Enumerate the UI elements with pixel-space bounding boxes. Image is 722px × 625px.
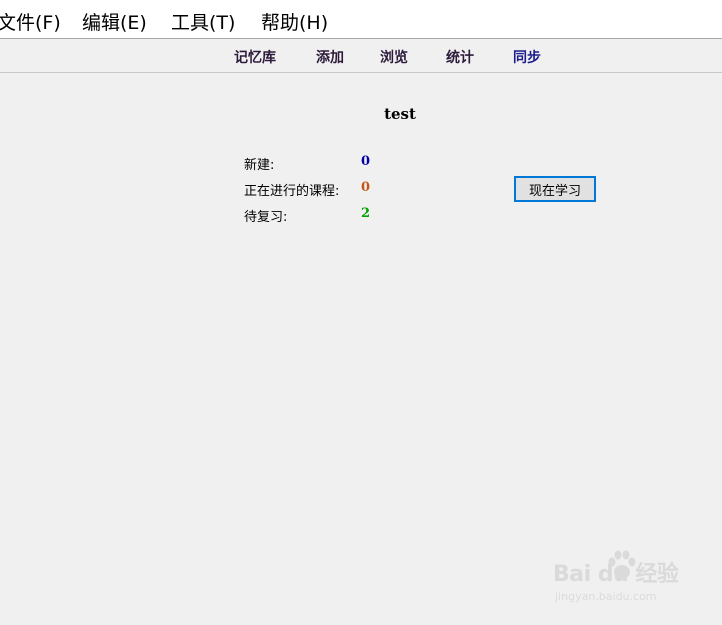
menu-file[interactable]: 文件(F) [0, 8, 61, 35]
stat-new-value: 0 [361, 154, 371, 169]
menu-help[interactable]: 帮助(H) [261, 8, 328, 35]
baidu-watermark: Bai du 经验 jingyan.baidu.com [553, 548, 713, 608]
stat-review-label: 待复习: [244, 210, 288, 225]
stat-new-label: 新建: [244, 158, 275, 173]
deck-title: test [384, 105, 416, 123]
main-toolbar: 记忆库 添加 浏览 统计 同步 [0, 39, 722, 73]
stat-learning-value: 0 [361, 180, 371, 195]
tab-sync[interactable]: 同步 [513, 47, 541, 67]
stat-learning-label: 正在进行的课程: [244, 184, 340, 199]
tab-decks[interactable]: 记忆库 [234, 47, 276, 67]
stat-review-value: 2 [361, 206, 371, 221]
menu-bar: 文件(F) 编辑(E) 工具(T) 帮助(H) [0, 0, 722, 39]
tab-browse[interactable]: 浏览 [380, 47, 408, 67]
tab-stats[interactable]: 统计 [446, 47, 474, 67]
tab-add[interactable]: 添加 [316, 47, 344, 67]
menu-tools[interactable]: 工具(T) [171, 8, 235, 35]
study-now-button[interactable]: 现在学习 [514, 176, 596, 202]
watermark-url: jingyan.baidu.com [555, 590, 657, 603]
menu-edit[interactable]: 编辑(E) [82, 8, 147, 35]
watermark-brand: Bai du 经验 [553, 562, 679, 587]
